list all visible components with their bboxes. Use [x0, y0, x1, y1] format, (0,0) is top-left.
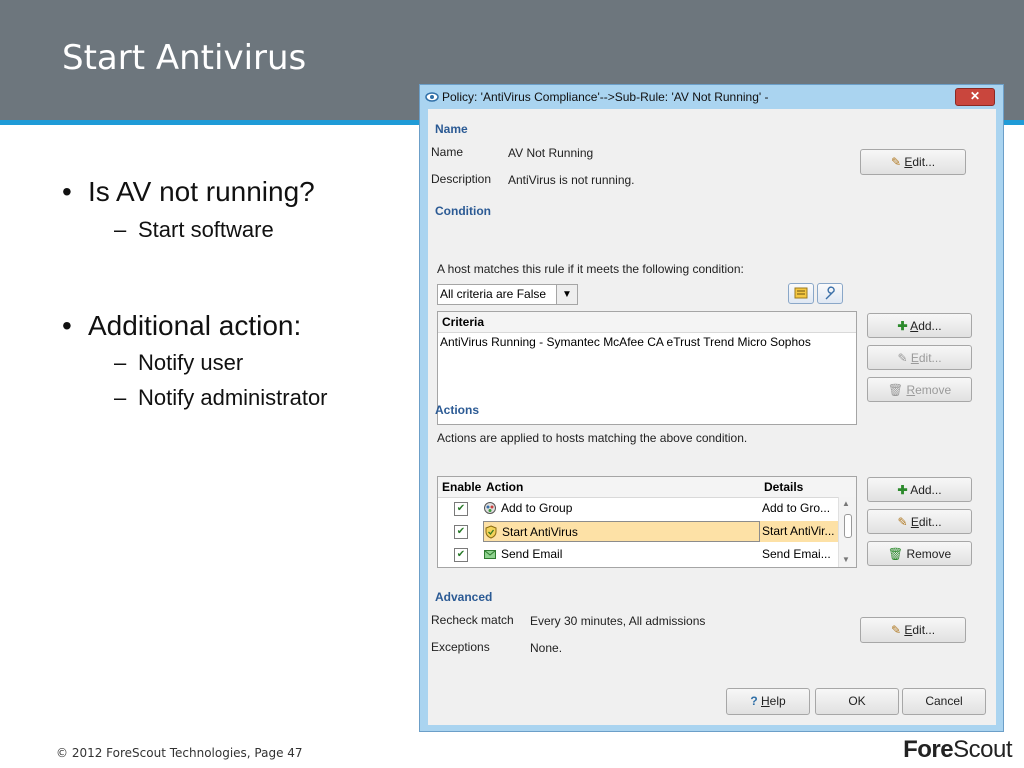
- scroll-up-icon[interactable]: ▲: [842, 499, 850, 508]
- exceptions-value: None.: [530, 641, 563, 655]
- advanced-section-heading: Advanced: [435, 590, 493, 604]
- pencil-icon: ✎: [897, 351, 908, 365]
- plus-icon: ✚: [897, 483, 908, 497]
- condition-view-button[interactable]: [788, 283, 814, 304]
- name-label: Name: [431, 145, 464, 159]
- action-add-button[interactable]: ✚ Add...: [867, 477, 972, 502]
- policy-dialog: Policy: 'AntiVirus Compliance'-->Sub-Rul…: [419, 84, 1004, 732]
- bullet-text: Additional action:: [88, 310, 302, 341]
- criteria-add-button[interactable]: ✚ Add...: [867, 313, 972, 338]
- enable-checkbox[interactable]: ✔: [454, 548, 468, 562]
- pencil-icon: ✎: [890, 155, 901, 169]
- slide-footer: © 2012 ForeScout Technologies, Page 47: [56, 746, 303, 760]
- enable-checkbox[interactable]: ✔: [454, 525, 468, 539]
- sub-bullet-text: Start software: [138, 217, 274, 242]
- actions-table-header: Enable Action Details: [438, 477, 856, 498]
- ok-button[interactable]: OK: [815, 688, 899, 715]
- table-row[interactable]: ✔ Start AntiVirus Start AntiVir...: [438, 521, 840, 543]
- criteria-mode-select[interactable]: All criteria are False ▼: [437, 284, 578, 305]
- table-row[interactable]: ✔ Add to Group Add to Gro...: [438, 498, 840, 520]
- name-edit-button[interactable]: ✎ Edit...: [860, 149, 966, 175]
- action-edit-button[interactable]: ✎ Edit...: [867, 509, 972, 534]
- sub-bullet-item: – Notify user: [114, 350, 244, 375]
- criteria-edit-button[interactable]: ✎ Edit...: [867, 345, 972, 370]
- add-group-icon: [484, 502, 496, 514]
- criteria-table: Criteria AntiVirus Running - Symantec Mc…: [437, 311, 857, 425]
- pencil-icon: ✎: [890, 623, 901, 637]
- details-column-header: Details: [764, 480, 804, 494]
- bullet-text: Is AV not running?: [88, 176, 315, 207]
- sub-bullet-item: – Start software: [114, 217, 274, 242]
- criteria-row[interactable]: AntiVirus Running - Symantec McAfee CA e…: [438, 333, 856, 351]
- actions-section-heading: Actions: [435, 403, 480, 417]
- bullet-item: • Additional action:: [62, 310, 302, 341]
- cancel-button[interactable]: Cancel: [902, 688, 986, 715]
- scroll-thumb[interactable]: [844, 514, 852, 538]
- close-button[interactable]: ✕: [955, 88, 995, 106]
- help-icon: ?: [750, 694, 758, 708]
- slide-title: Start Antivirus: [62, 38, 307, 78]
- description-label: Description: [431, 172, 492, 186]
- scroll-down-icon[interactable]: ▼: [842, 555, 850, 564]
- policy-icon: [425, 92, 439, 102]
- help-button[interactable]: ? Help: [726, 688, 810, 715]
- condition-settings-button[interactable]: [817, 283, 843, 304]
- enable-column-header: Enable: [442, 480, 482, 494]
- sub-bullet-text: Notify administrator: [138, 385, 328, 410]
- criteria-column-header: Criteria: [438, 312, 856, 333]
- action-remove-button[interactable]: 🗑 Remove: [867, 541, 972, 566]
- dialog-body: Name Name AV Not Running Description Ant…: [428, 109, 996, 725]
- trash-icon: 🗑: [887, 547, 904, 561]
- shield-icon: [485, 525, 497, 539]
- plus-icon: ✚: [897, 319, 908, 333]
- recheck-label: Recheck match: [431, 613, 514, 627]
- bullet-item: • Is AV not running?: [62, 176, 315, 207]
- wrench-icon: [825, 286, 835, 300]
- advanced-edit-button[interactable]: ✎ Edit...: [860, 617, 966, 643]
- action-column-header: Action: [486, 480, 524, 494]
- dialog-title: Policy: 'AntiVirus Compliance'-->Sub-Rul…: [442, 90, 769, 104]
- notes-icon: [794, 287, 808, 299]
- description-value: AntiVirus is not running.: [508, 173, 635, 187]
- actions-intro: Actions are applied to hosts matching th…: [437, 431, 748, 445]
- sub-bullet-item: – Notify administrator: [114, 385, 328, 410]
- trash-icon: 🗑: [887, 383, 904, 397]
- sub-bullet-text: Notify user: [138, 350, 244, 375]
- email-icon: [484, 550, 496, 559]
- exceptions-label: Exceptions: [431, 640, 490, 654]
- recheck-value: Every 30 minutes, All admissions: [530, 614, 706, 628]
- name-value: AV Not Running: [508, 146, 594, 160]
- dialog-titlebar[interactable]: Policy: 'AntiVirus Compliance'-->Sub-Rul…: [420, 85, 1003, 109]
- table-row[interactable]: ✔ Send Email Send Emai...: [438, 544, 840, 566]
- condition-section-heading: Condition: [435, 204, 491, 218]
- criteria-remove-button[interactable]: 🗑 Remove: [867, 377, 972, 402]
- pencil-icon: ✎: [897, 515, 908, 529]
- name-section-heading: Name: [435, 122, 468, 136]
- actions-scrollbar[interactable]: ▲ ▼: [838, 497, 856, 567]
- forescout-logo: ForeScout: [903, 736, 1012, 763]
- actions-table: Enable Action Details ✔ Add to Group Add…: [437, 476, 857, 568]
- enable-checkbox[interactable]: ✔: [454, 502, 468, 516]
- chevron-down-icon: ▼: [556, 285, 577, 304]
- condition-intro: A host matches this rule if it meets the…: [437, 262, 744, 276]
